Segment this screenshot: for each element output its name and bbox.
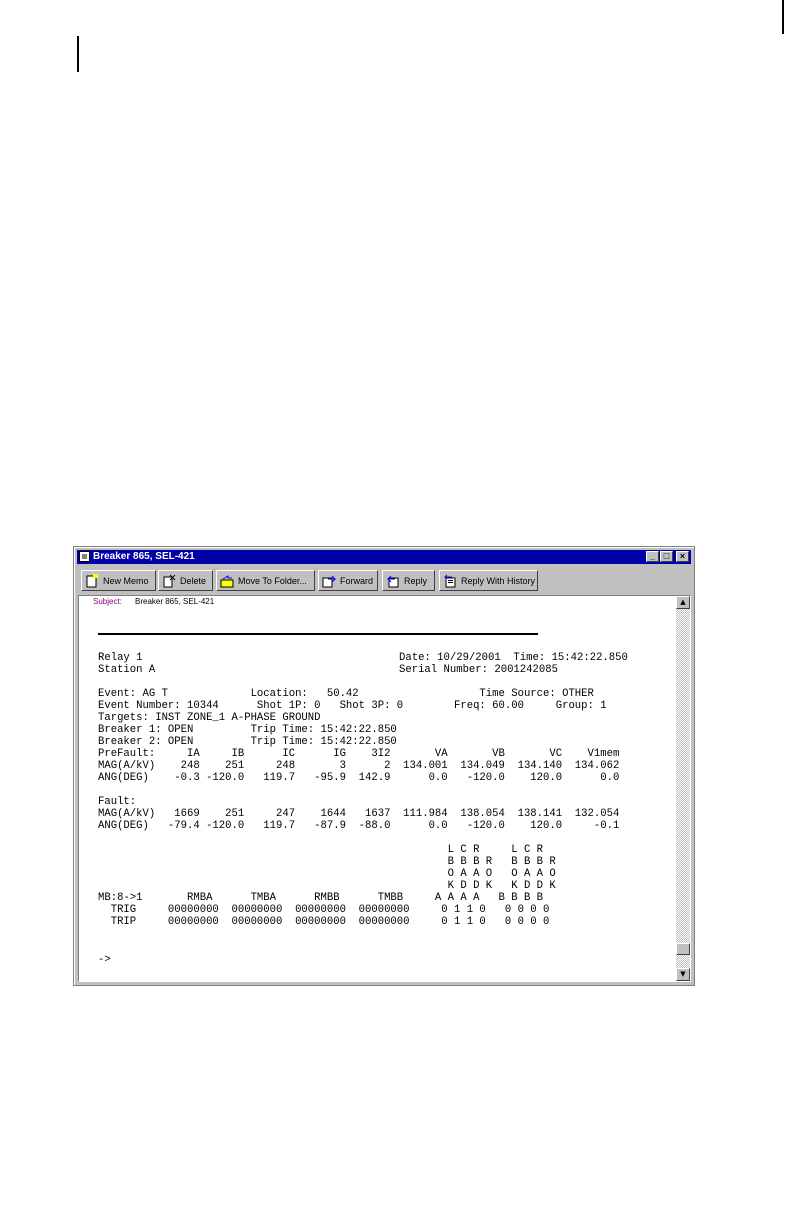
title-bar[interactable]: Breaker 865, SEL-421 _ □ × bbox=[77, 550, 691, 564]
delete-button[interactable]: Delete bbox=[158, 570, 213, 591]
command-prompt: -> bbox=[98, 954, 111, 966]
event-line: Event: AG T Location: 50.42 Time Source:… bbox=[98, 688, 594, 700]
event-number-line: Event Number: 10344 Shot 1P: 0 Shot 3P: … bbox=[98, 700, 607, 712]
forward-label: Forward bbox=[340, 575, 374, 586]
serial-number: Serial Number: 2001242085 bbox=[399, 664, 558, 676]
close-button[interactable]: × bbox=[676, 551, 689, 562]
minimize-button[interactable]: _ bbox=[646, 551, 659, 562]
delete-icon bbox=[162, 574, 176, 588]
new-memo-icon bbox=[85, 573, 99, 588]
mb-trig-row: TRIG 00000000 00000000 00000000 00000000… bbox=[98, 904, 550, 916]
window-controls: _ □ × bbox=[645, 551, 689, 563]
reply-with-history-button[interactable]: Reply With History bbox=[439, 570, 538, 591]
toolbar: New Memo Delete Move To Folder... Forwar… bbox=[78, 568, 690, 594]
new-memo-button[interactable]: New Memo bbox=[81, 570, 156, 591]
mb-header-row1: L C R L C R bbox=[98, 844, 544, 856]
station-name: Station A bbox=[98, 664, 156, 676]
date-time: Date: 10/29/2001 Time: 15:42:22.850 bbox=[399, 652, 628, 664]
mb-header-row4: K D D K K D D K bbox=[98, 880, 556, 892]
reply-button[interactable]: Reply bbox=[382, 570, 435, 591]
maximize-button[interactable]: □ bbox=[660, 551, 673, 562]
reply-icon bbox=[386, 574, 400, 588]
fault-ang: ANG(DEG) -79.4 -120.0 119.7 -87.9 -88.0 … bbox=[98, 820, 620, 832]
forward-icon bbox=[322, 574, 336, 588]
window-title: Breaker 865, SEL-421 bbox=[93, 551, 195, 562]
scroll-up-button[interactable]: ▲ bbox=[676, 596, 690, 609]
separator-line bbox=[98, 633, 538, 635]
page-margin-rule bbox=[77, 36, 79, 72]
move-to-folder-label: Move To Folder... bbox=[238, 575, 307, 586]
prefault-ang: ANG(DEG) -0.3 -120.0 119.7 -95.9 142.9 0… bbox=[98, 772, 620, 784]
scroll-down-button[interactable]: ▼ bbox=[676, 968, 690, 981]
prefault-header: PreFault: IA IB IC IG 3I2 VA VB VC V1mem bbox=[98, 748, 620, 760]
subject-value: Breaker 865, SEL-421 bbox=[135, 597, 215, 606]
move-folder-icon bbox=[220, 574, 234, 588]
memo-body[interactable]: Subject: Breaker 865, SEL-421 Relay 1 St… bbox=[78, 595, 691, 982]
reply-with-history-label: Reply With History bbox=[461, 575, 536, 586]
move-to-folder-button[interactable]: Move To Folder... bbox=[216, 570, 315, 591]
prefault-mag: MAG(A/kV) 248 251 248 3 2 134.001 134.04… bbox=[98, 760, 620, 772]
new-memo-label: New Memo bbox=[103, 575, 149, 586]
breaker2-line: Breaker 2: OPEN Trip Time: 15:42:22.850 bbox=[98, 736, 397, 748]
subject-row: Subject: Breaker 865, SEL-421 bbox=[93, 597, 214, 606]
fault-label: Fault: bbox=[98, 796, 137, 808]
breaker1-line: Breaker 1: OPEN Trip Time: 15:42:22.850 bbox=[98, 724, 397, 736]
mb-header-row3: O A A O O A A O bbox=[98, 868, 556, 880]
relay-name: Relay 1 bbox=[98, 652, 143, 664]
forward-button[interactable]: Forward bbox=[318, 570, 378, 591]
vertical-scrollbar[interactable]: ▲ ▼ bbox=[676, 596, 690, 981]
targets-line: Targets: INST ZONE_1 A-PHASE GROUND bbox=[98, 712, 321, 724]
window-icon[interactable] bbox=[79, 551, 90, 562]
scroll-thumb[interactable] bbox=[676, 943, 690, 955]
delete-label: Delete bbox=[180, 575, 207, 586]
page-edge-rule bbox=[782, 0, 784, 34]
subject-label: Subject: bbox=[93, 597, 122, 606]
mb-columns: MB:8->1 RMBA TMBA RMBB TMBB A A A A B B … bbox=[98, 892, 544, 904]
mb-trip-row: TRIP 00000000 00000000 00000000 00000000… bbox=[98, 916, 550, 928]
reply-history-icon bbox=[443, 574, 457, 588]
fault-mag: MAG(A/kV) 1669 251 247 1644 1637 111.984… bbox=[98, 808, 620, 820]
mb-header-row2: B B B R B B B R bbox=[98, 856, 556, 868]
reply-label: Reply bbox=[404, 575, 428, 586]
memo-window: Breaker 865, SEL-421 _ □ × New Memo Dele… bbox=[73, 546, 695, 986]
